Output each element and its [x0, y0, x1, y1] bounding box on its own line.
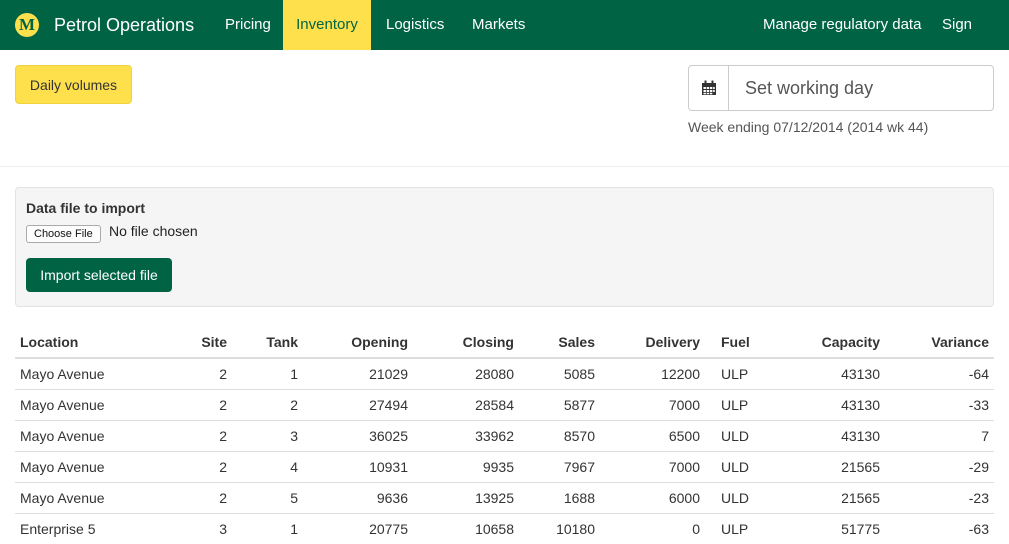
table-cell: Mayo Avenue — [15, 421, 176, 452]
brand-name: Petrol Operations — [54, 15, 194, 36]
import-panel: Data file to import Choose File No file … — [15, 187, 994, 307]
nav-inventory[interactable]: Inventory — [283, 0, 371, 50]
table-cell: ULD — [705, 452, 770, 483]
table-cell: -29 — [885, 452, 994, 483]
table-cell: Mayo Avenue — [15, 452, 176, 483]
table-cell: 33962 — [413, 421, 519, 452]
daily-volumes-button[interactable]: Daily volumes — [15, 65, 132, 104]
table-cell: -33 — [885, 390, 994, 421]
table-cell: -64 — [885, 358, 994, 390]
table-cell: 2 — [232, 390, 303, 421]
table-cell: 21565 — [770, 483, 885, 514]
divider — [0, 166, 1009, 167]
table-cell: 43130 — [770, 358, 885, 390]
import-label: Data file to import — [26, 200, 145, 216]
working-day-input[interactable] — [729, 66, 993, 110]
nav-logistics[interactable]: Logistics — [371, 0, 459, 50]
working-day-picker — [688, 65, 994, 111]
table-cell: Mayo Avenue — [15, 483, 176, 514]
column-header[interactable]: Sales — [519, 327, 600, 358]
inventory-table: Location Site Tank Opening Closing Sales… — [15, 327, 994, 544]
table-cell: 5877 — [519, 390, 600, 421]
table-row[interactable]: Mayo Avenue22274942858458777000ULP43130-… — [15, 390, 994, 421]
column-header[interactable]: Closing — [413, 327, 519, 358]
table-cell: Mayo Avenue — [15, 358, 176, 390]
table-cell: 2 — [176, 358, 232, 390]
column-header[interactable]: Delivery — [600, 327, 705, 358]
table-row[interactable]: Mayo Avenue2410931993579677000ULD21565-2… — [15, 452, 994, 483]
import-selected-file-button[interactable]: Import selected file — [26, 258, 172, 292]
table-cell: 27494 — [303, 390, 413, 421]
table-cell: 5 — [232, 483, 303, 514]
table-row[interactable]: Mayo Avenue212102928080508512200ULP43130… — [15, 358, 994, 390]
table-cell: 6000 — [600, 483, 705, 514]
table-cell: 7967 — [519, 452, 600, 483]
table-cell: 7000 — [600, 390, 705, 421]
table-cell: 9935 — [413, 452, 519, 483]
top-navbar: M Petrol Operations Pricing Inventory Lo… — [0, 0, 1009, 50]
table-cell: ULD — [705, 421, 770, 452]
table-cell: 5085 — [519, 358, 600, 390]
column-header[interactable]: Tank — [232, 327, 303, 358]
nav-manage-regulatory-data[interactable]: Manage regulatory data — [748, 0, 936, 50]
nav-pricing[interactable]: Pricing — [210, 0, 286, 50]
table-header-row: Location Site Tank Opening Closing Sales… — [15, 327, 994, 358]
table-cell: 2 — [176, 483, 232, 514]
choose-file-button[interactable]: Choose File — [26, 225, 101, 243]
table-cell: Mayo Avenue — [15, 390, 176, 421]
table-cell: 2 — [176, 421, 232, 452]
brand-logo: M — [15, 13, 39, 37]
week-ending-text: Week ending 07/12/2014 (2014 wk 44) — [688, 119, 928, 135]
column-header[interactable]: Capacity — [770, 327, 885, 358]
table-cell: -23 — [885, 483, 994, 514]
table-cell: 8570 — [519, 421, 600, 452]
table-cell: ULP — [705, 390, 770, 421]
column-header[interactable]: Opening — [303, 327, 413, 358]
table-cell: 36025 — [303, 421, 413, 452]
table-cell: ULP — [705, 358, 770, 390]
table-row[interactable]: Mayo Avenue23360253396285706500ULD431307 — [15, 421, 994, 452]
table-cell: 2 — [176, 452, 232, 483]
table-cell: 1688 — [519, 483, 600, 514]
nav-markets[interactable]: Markets — [457, 0, 540, 50]
brand[interactable]: M Petrol Operations — [15, 0, 194, 50]
table-cell: 28080 — [413, 358, 519, 390]
table-cell: 10931 — [303, 452, 413, 483]
column-header[interactable]: Site — [176, 327, 232, 358]
table-cell: 12200 — [600, 358, 705, 390]
table-cell: ULD — [705, 483, 770, 514]
column-header[interactable]: Fuel — [705, 327, 770, 358]
table-cell: 1 — [232, 358, 303, 390]
table-cell: 21029 — [303, 358, 413, 390]
table-cell: 6500 — [600, 421, 705, 452]
table-cell: 13925 — [413, 483, 519, 514]
table-cell: 43130 — [770, 390, 885, 421]
table-cell: 2 — [176, 390, 232, 421]
table-cell: 3 — [232, 421, 303, 452]
file-status: No file chosen — [109, 223, 198, 239]
table-cell: 7 — [885, 421, 994, 452]
nav-sign-out[interactable]: Sign out — [927, 0, 1009, 50]
column-header[interactable]: Variance — [885, 327, 994, 358]
table-cell: 4 — [232, 452, 303, 483]
calendar-icon[interactable] — [689, 66, 729, 110]
table-cell: 21565 — [770, 452, 885, 483]
table-cell: 28584 — [413, 390, 519, 421]
table-row[interactable]: Mayo Avenue2596361392516886000ULD21565-2… — [15, 483, 994, 514]
table-cell: 43130 — [770, 421, 885, 452]
table-cell: 9636 — [303, 483, 413, 514]
table-cell: 7000 — [600, 452, 705, 483]
column-header[interactable]: Location — [15, 327, 176, 358]
